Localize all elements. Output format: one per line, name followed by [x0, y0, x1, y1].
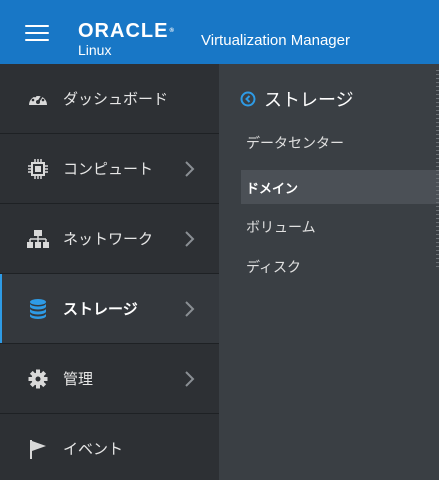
top-header: ORACLE® Linux Virtualization Manager [0, 0, 439, 64]
chip-icon [28, 159, 48, 179]
sidebar-item-storage[interactable]: ストレージ [0, 274, 219, 344]
chevron-right-icon [185, 301, 195, 317]
sidebar-item-label: イベント [63, 440, 124, 458]
sidebar-item-label: ダッシュボード [63, 90, 169, 108]
submenu-item-label: データセンター [246, 136, 344, 152]
submenu-item-disk[interactable]: ディスク [241, 250, 439, 284]
panel-title-text: ストレージ [264, 90, 354, 111]
sidebar-item-admin[interactable]: 管理 [0, 344, 219, 414]
sidebar-item-label: ストレージ [63, 300, 138, 318]
flag-icon [30, 440, 46, 459]
submenu-item-label: ドメイン [246, 181, 299, 197]
sidebar-item-network[interactable]: ネットワーク [0, 204, 219, 274]
back-circle-icon[interactable] [240, 91, 256, 107]
submenu-item-label: ボリューム [246, 220, 316, 236]
submenu-item-domain[interactable]: ドメイン [241, 170, 439, 204]
chevron-right-icon [185, 161, 195, 177]
sidebar-item-label: コンピュート [63, 160, 154, 178]
dashboard-icon [29, 93, 47, 105]
hamburger-menu-icon[interactable] [25, 25, 51, 43]
sidebar-item-label: 管理 [63, 370, 94, 388]
sidebar-item-dashboard[interactable]: ダッシュボード [0, 64, 219, 134]
chevron-right-icon [185, 231, 195, 247]
submenu-item-datacenter[interactable]: データセンター [241, 126, 439, 160]
submenu-panel: ストレージ データセンター ドメイン ボリューム ディスク [219, 64, 439, 480]
panel-title[interactable]: ストレージ [240, 86, 354, 112]
submenu-item-volume[interactable]: ボリューム [241, 210, 439, 244]
app-title: Virtualization Manager [201, 32, 350, 49]
database-icon [30, 299, 46, 319]
sidebar: ダッシュボード コンピュート ネットワーク ストレージ 管理 イベント [0, 64, 219, 480]
oracle-linux-logo: ORACLE® Linux [78, 21, 175, 57]
logo-brand-text: ORACLE [78, 20, 169, 42]
sidebar-item-label: ネットワーク [63, 230, 154, 248]
submenu-item-label: ディスク [246, 260, 302, 276]
chevron-right-icon [185, 371, 195, 387]
sidebar-item-compute[interactable]: コンピュート [0, 134, 219, 204]
logo-sub-text: Linux [78, 42, 112, 58]
network-icon [27, 230, 49, 248]
gear-icon [28, 369, 48, 389]
sidebar-item-events[interactable]: イベント [0, 414, 219, 480]
logo-registered-mark: ® [169, 28, 175, 34]
